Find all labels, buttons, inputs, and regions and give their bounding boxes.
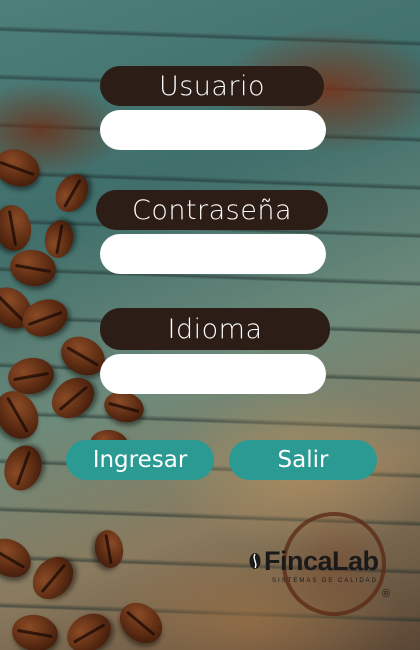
- logo-text: FincaLab: [264, 546, 379, 576]
- coffee-bean: [111, 594, 171, 650]
- coffee-bean: [0, 383, 47, 447]
- coffee-bean: [24, 548, 82, 608]
- coffee-bean: [0, 440, 48, 496]
- user-label: Usuario: [100, 66, 324, 106]
- logo-tagline: SISTEMAS DE CALIDAD: [272, 578, 379, 584]
- coffee-bean: [0, 143, 45, 193]
- language-input[interactable]: [100, 354, 326, 394]
- fincalab-logo: FincaLab SISTEMAS DE CALIDAD ®: [248, 512, 408, 616]
- language-label: Idioma: [100, 308, 330, 350]
- password-label: Contraseña: [96, 190, 328, 230]
- coffee-bean: [49, 168, 95, 218]
- coffee-bean: [9, 611, 61, 650]
- login-button[interactable]: Ingresar: [66, 440, 214, 480]
- user-input[interactable]: [100, 110, 326, 150]
- coffee-bean: [0, 202, 35, 254]
- password-input[interactable]: [100, 234, 326, 274]
- coffee-bean: [60, 605, 118, 650]
- coffee-bean: [91, 527, 127, 571]
- registered-mark: ®: [382, 588, 391, 600]
- coffee-leaf-icon: [249, 553, 261, 569]
- exit-button[interactable]: Salir: [229, 440, 377, 480]
